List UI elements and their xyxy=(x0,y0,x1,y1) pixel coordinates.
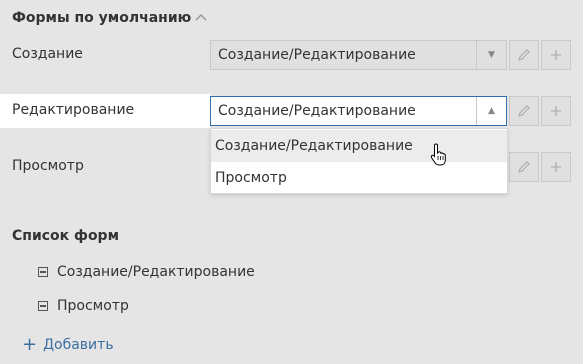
default-forms-title: Формы по умолчанию xyxy=(12,10,191,26)
edit-form-label: Редактирование xyxy=(12,102,135,118)
plus-icon[interactable] xyxy=(541,152,571,182)
plus-icon[interactable] xyxy=(541,96,571,126)
add-form-label: Добавить xyxy=(43,337,114,353)
edit-form-select-value: Создание/Редактирование xyxy=(218,103,416,119)
dropdown-option[interactable]: Просмотр xyxy=(211,162,507,194)
chevron-down-icon[interactable]: ▼ xyxy=(476,41,506,69)
pencil-icon[interactable] xyxy=(509,96,539,126)
chevron-up-icon[interactable] xyxy=(194,9,208,23)
create-form-select[interactable]: Создание/Редактирование ▼ xyxy=(210,40,507,70)
default-forms-title-text: Формы по умолчанию xyxy=(12,10,192,26)
edit-form-dropdown: Создание/Редактирование Просмотр xyxy=(210,128,508,194)
form-icon xyxy=(38,301,48,311)
form-list-item[interactable]: Просмотр xyxy=(38,298,129,314)
form-list-item[interactable]: Создание/Редактирование xyxy=(38,264,255,280)
form-list-title: Список форм xyxy=(12,228,120,244)
hand-cursor-icon xyxy=(430,143,448,171)
pencil-icon[interactable] xyxy=(509,152,539,182)
form-list-item-label: Просмотр xyxy=(57,298,129,314)
create-form-label: Создание xyxy=(12,46,83,62)
create-form-select-value: Создание/Редактирование xyxy=(218,47,416,63)
form-icon xyxy=(38,267,48,277)
plus-icon[interactable] xyxy=(541,40,571,70)
plus-icon: + xyxy=(22,334,38,355)
dropdown-option[interactable]: Создание/Редактирование xyxy=(211,130,507,162)
view-form-label: Просмотр xyxy=(12,158,84,174)
add-form-link[interactable]: + Добавить xyxy=(22,334,114,355)
edit-form-select[interactable]: Создание/Редактирование ▲ xyxy=(210,96,507,126)
chevron-up-icon[interactable]: ▲ xyxy=(476,97,506,125)
form-list-item-label: Создание/Редактирование xyxy=(57,264,255,280)
pencil-icon[interactable] xyxy=(509,40,539,70)
